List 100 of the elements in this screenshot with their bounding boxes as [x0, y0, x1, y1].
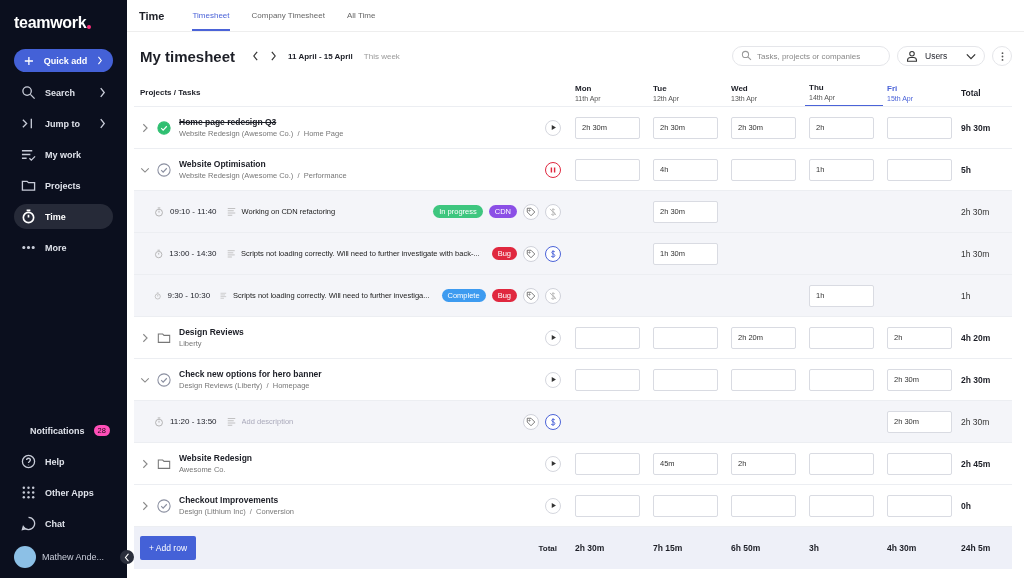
row-total: 1h [961, 290, 972, 301]
add-row-button[interactable]: + Add row [140, 536, 197, 560]
folder-icon [157, 330, 171, 345]
tag-icon[interactable] [523, 245, 539, 262]
plus-icon [24, 54, 34, 67]
next-week-button[interactable] [270, 51, 278, 61]
previous-week-button[interactable] [252, 51, 260, 61]
row-total: 2h 30m [961, 374, 992, 385]
chevron-right-icon[interactable] [140, 500, 150, 511]
day-total: 3h [809, 543, 820, 553]
completed-check-icon[interactable] [157, 120, 171, 135]
clock-icon [154, 206, 164, 217]
dollar-icon[interactable] [545, 245, 561, 262]
dollar-icon[interactable] [545, 413, 561, 430]
dollar-off-icon[interactable] [545, 287, 561, 304]
this-week-label: This week [363, 51, 400, 61]
time-input[interactable] [887, 116, 952, 139]
chevron-right-icon[interactable] [140, 122, 150, 133]
time-range: 13:00 - 14:30 [169, 249, 217, 258]
time-input[interactable] [809, 368, 874, 391]
chevron-right-icon[interactable] [140, 458, 150, 469]
task-title[interactable]: Design Reviews [179, 327, 244, 337]
column-header: Projects / Tasks [139, 88, 202, 97]
task-title[interactable]: Website Redesign [179, 453, 253, 463]
time-input[interactable] [731, 494, 796, 517]
time-input[interactable] [887, 158, 952, 181]
play-button[interactable] [545, 329, 561, 346]
time-input[interactable] [887, 452, 952, 475]
sidebar-item[interactable]: Time [14, 204, 113, 229]
play-button[interactable] [545, 497, 561, 514]
day-total: 4h 30m [887, 543, 918, 553]
time-input[interactable] [653, 326, 718, 349]
row-total: 4h 20m [961, 332, 992, 343]
tab[interactable]: All Time [346, 0, 376, 31]
search-icon [741, 50, 752, 61]
description-icon [226, 249, 235, 258]
time-input[interactable] [809, 494, 874, 517]
search-icon [21, 85, 36, 100]
time-range: 11:20 - 13:50 [170, 417, 217, 426]
quick-add-button[interactable]: Quick add [14, 49, 113, 72]
collapse-sidebar-button[interactable] [120, 550, 134, 564]
tag-icon[interactable] [523, 287, 539, 304]
task-title[interactable]: Checkout Improvements [179, 495, 295, 505]
time-input[interactable] [731, 368, 796, 391]
play-button[interactable] [545, 371, 561, 388]
check-circle-icon[interactable] [157, 162, 171, 177]
check-circle-icon[interactable] [157, 372, 171, 387]
play-icon [549, 124, 557, 131]
clock-icon [154, 248, 164, 259]
sidebar-item[interactable]: Other Apps [14, 480, 113, 505]
time-input[interactable] [809, 452, 874, 475]
play-button[interactable] [545, 119, 561, 136]
time-input[interactable] [809, 326, 874, 349]
description-icon [226, 207, 236, 216]
time-input[interactable] [575, 326, 640, 349]
time-input[interactable] [653, 368, 718, 391]
sidebar-item[interactable]: Projects [14, 173, 113, 198]
time-input[interactable] [731, 158, 796, 181]
page-title: Time [139, 9, 165, 22]
check-circle-icon[interactable] [157, 498, 171, 513]
tag-icon[interactable] [523, 203, 539, 220]
sidebar-item[interactable]: My work [14, 142, 113, 167]
grid-icon [21, 485, 36, 500]
play-icon [549, 502, 557, 509]
dollar-off-icon[interactable] [545, 203, 561, 220]
sidebar-item[interactable]: More [14, 235, 113, 260]
row-total: 2h 45m [961, 458, 992, 469]
pause-button[interactable] [545, 161, 561, 178]
task-title[interactable]: Check new options for hero banner [179, 369, 322, 379]
time-input[interactable] [575, 158, 640, 181]
help-icon [21, 454, 36, 469]
task-title[interactable]: Website Optimisation [179, 159, 347, 169]
chevron-right-icon[interactable] [140, 332, 150, 343]
clock-icon [154, 290, 162, 301]
sidebar-item[interactable]: Search [14, 80, 113, 105]
play-icon [549, 334, 557, 341]
time-input[interactable] [575, 494, 640, 517]
row-total: 5h [961, 164, 972, 175]
row-total: 9h 30m [961, 122, 992, 133]
avatar[interactable] [14, 546, 36, 568]
tag-icon[interactable] [523, 413, 539, 430]
time-input[interactable] [653, 494, 718, 517]
tab[interactable]: Timesheet [192, 0, 230, 31]
sidebar-item[interactable]: Help [14, 449, 113, 474]
search-field[interactable]: Tasks, projects or companies [732, 46, 890, 66]
task-title[interactable]: Home page redesign Q3 [179, 117, 344, 127]
day-total: 6h 50m [731, 543, 762, 553]
chevron-right-icon [97, 55, 103, 66]
user-name: Mathew Ande... [42, 552, 105, 562]
tab[interactable]: Company Timesheet [251, 0, 325, 31]
time-input[interactable] [575, 452, 640, 475]
row-total: 0h [961, 500, 972, 511]
grand-total: 24h 5m [961, 543, 992, 553]
time-range: 9:30 - 10:30 [167, 291, 211, 300]
sidebar-item[interactable]: Chat [14, 511, 113, 536]
time-range: 09:10 - 11:40 [170, 207, 217, 216]
time-input[interactable] [887, 494, 952, 517]
sidebar-item[interactable]: Jump to [14, 111, 113, 136]
time-input[interactable] [575, 368, 640, 391]
play-button[interactable] [545, 455, 561, 472]
